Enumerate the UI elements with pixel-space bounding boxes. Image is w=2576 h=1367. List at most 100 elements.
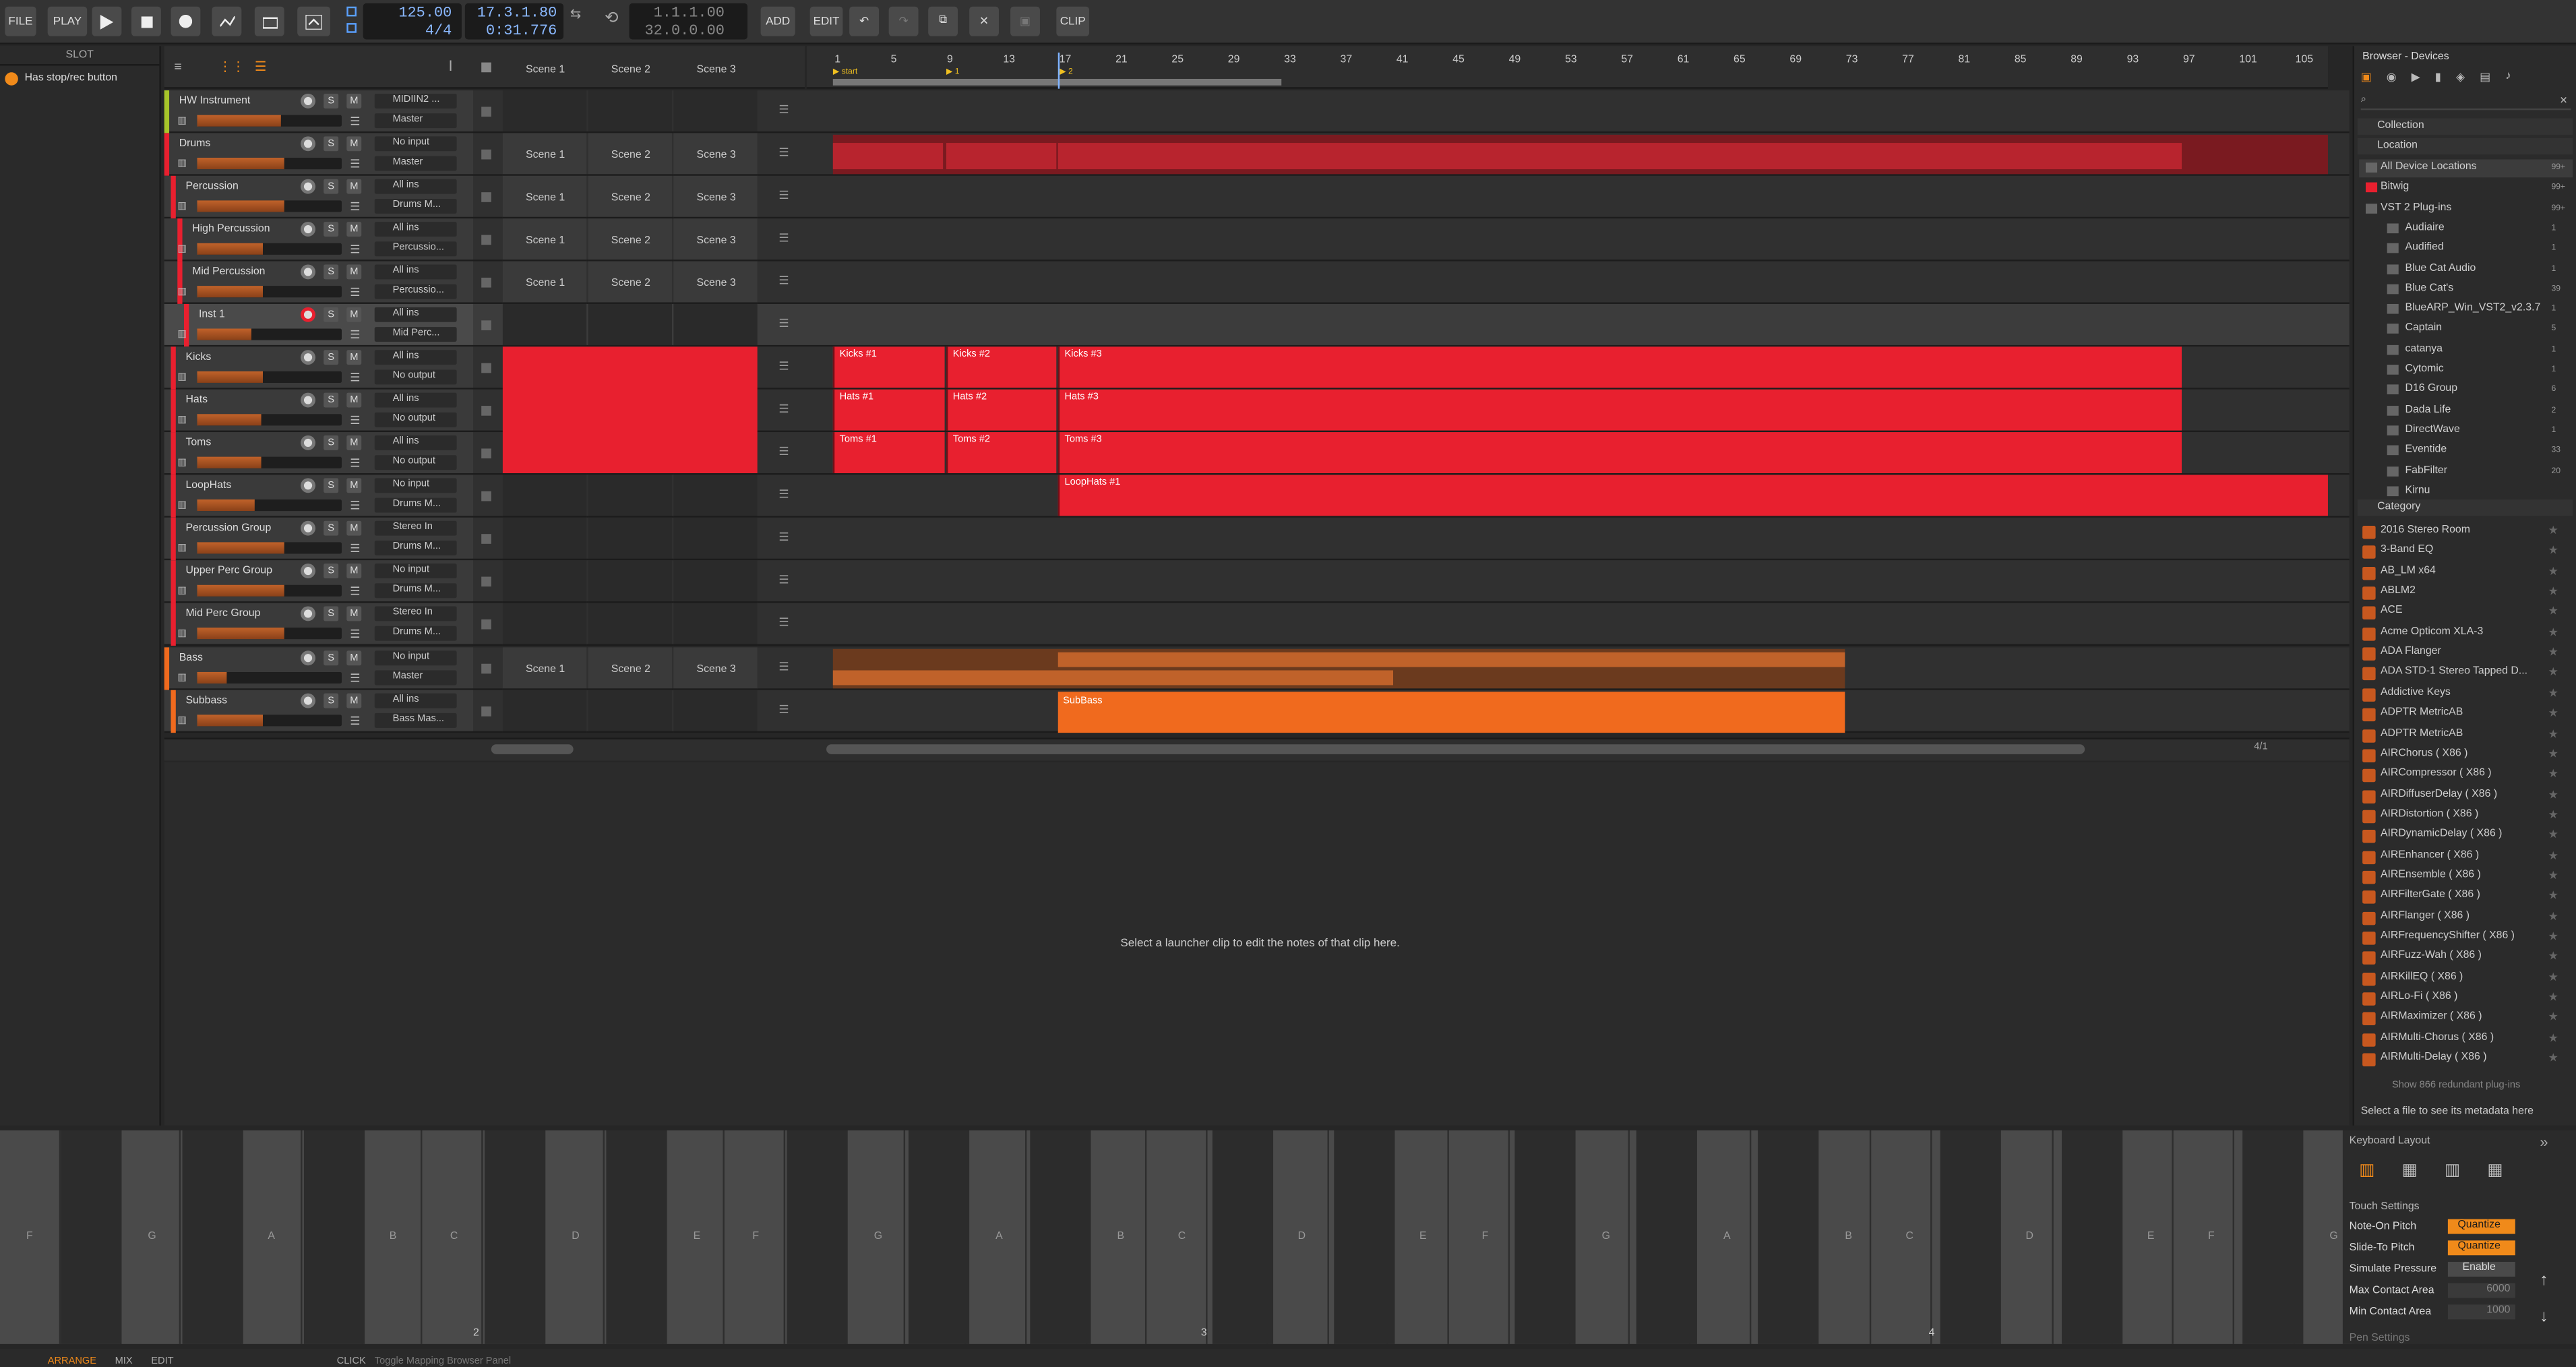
toms-clip-1[interactable]: Toms #1 bbox=[832, 432, 945, 473]
favorite-star-icon[interactable]: ★ bbox=[2548, 727, 2558, 740]
track-menu-icon[interactable]: ☰ bbox=[350, 672, 360, 685]
clip-slot[interactable] bbox=[502, 90, 587, 133]
slot-stop-icon[interactable] bbox=[481, 277, 491, 288]
track-menu-icon[interactable]: ☰ bbox=[350, 414, 360, 427]
loop-range-bar[interactable] bbox=[832, 79, 1282, 86]
collapse-icon[interactable]: » bbox=[2540, 1134, 2548, 1150]
slot-stop-icon[interactable] bbox=[481, 534, 491, 544]
slot-stop-icon[interactable] bbox=[481, 107, 491, 117]
pads-layout-icon[interactable]: ▦ bbox=[2487, 1161, 2503, 1180]
track-header[interactable]: Bass S M ▥ ☰ No input Master bbox=[164, 647, 473, 690]
solo-button[interactable]: S bbox=[324, 136, 339, 152]
mute-button[interactable]: M bbox=[346, 350, 362, 365]
device-item[interactable]: AIRFuzz-Wah ( X86 ) bbox=[2381, 950, 2482, 962]
mute-button[interactable]: M bbox=[346, 264, 362, 280]
device-item[interactable]: AIRMulti-Delay ( X86 ) bbox=[2381, 1052, 2487, 1063]
undo-icon[interactable]: ↶ bbox=[849, 6, 880, 36]
stop-icon[interactable] bbox=[131, 6, 161, 36]
clip-slot[interactable]: Scene 3 bbox=[673, 218, 758, 262]
record-arm-icon[interactable] bbox=[301, 136, 315, 152]
music-tab-icon[interactable]: ♪ bbox=[2505, 71, 2511, 87]
scene-menu-icon[interactable]: ☰ bbox=[778, 146, 789, 159]
scene-menu-icon[interactable]: ☰ bbox=[778, 446, 789, 458]
solo-button[interactable]: S bbox=[324, 606, 339, 621]
track-name[interactable]: LoopHats bbox=[185, 480, 231, 491]
record-arm-icon[interactable] bbox=[301, 307, 315, 322]
device-item[interactable]: AIRMaximizer ( X86 ) bbox=[2381, 1011, 2482, 1023]
start-marker[interactable]: ▶ start bbox=[833, 67, 857, 78]
location-item[interactable]: All Device Locations bbox=[2381, 161, 2477, 173]
record-arm-icon[interactable] bbox=[301, 478, 315, 493]
slot-stop-icon[interactable] bbox=[481, 406, 491, 416]
scene-menu-icon[interactable]: ☰ bbox=[778, 274, 789, 288]
piano-white-key[interactable] bbox=[1570, 1130, 1630, 1344]
volume-slider[interactable] bbox=[197, 671, 342, 684]
loophats-clip[interactable]: LoopHats #1 bbox=[1057, 475, 2328, 516]
solo-button[interactable]: S bbox=[324, 650, 339, 666]
favorite-star-icon[interactable]: ★ bbox=[2548, 545, 2558, 557]
clip-slot[interactable] bbox=[502, 517, 587, 561]
track-menu-icon[interactable]: ☰ bbox=[350, 457, 360, 470]
volume-slider[interactable] bbox=[197, 371, 342, 383]
favorite-star-icon[interactable]: ★ bbox=[2548, 565, 2558, 578]
piano-white-key[interactable] bbox=[1448, 1130, 1510, 1344]
favorite-star-icon[interactable]: ★ bbox=[2548, 706, 2558, 720]
scene-menu-icon[interactable]: ☰ bbox=[778, 616, 789, 630]
device-item[interactable]: AIRFrequencyShifter ( X86 ) bbox=[2381, 930, 2515, 942]
input-select[interactable]: Stereo In bbox=[374, 520, 457, 536]
kicks-clip-1[interactable]: Kicks #1 bbox=[832, 346, 945, 388]
piano-layout-icon[interactable]: ▥ bbox=[2359, 1161, 2374, 1180]
text-cursor-icon[interactable]: I bbox=[448, 57, 452, 73]
time-signature[interactable]: 4/4 bbox=[425, 23, 452, 39]
output-select[interactable]: Master bbox=[374, 113, 457, 129]
location-item[interactable]: Blue Cat's bbox=[2405, 282, 2454, 294]
favorite-star-icon[interactable]: ★ bbox=[2548, 991, 2558, 1004]
track-name[interactable]: Mid Percussion bbox=[192, 266, 265, 278]
piano-white-key[interactable] bbox=[1811, 1130, 1872, 1344]
octave-down-icon[interactable]: ↓ bbox=[2540, 1308, 2548, 1326]
output-select[interactable]: Master bbox=[374, 156, 457, 171]
volume-slider[interactable] bbox=[197, 158, 342, 170]
mute-button[interactable]: M bbox=[346, 478, 362, 493]
clip-slot[interactable]: Scene 1 bbox=[502, 175, 587, 219]
favorite-star-icon[interactable]: ★ bbox=[2548, 1031, 2558, 1045]
clear-search-icon[interactable]: ✕ bbox=[2560, 95, 2568, 107]
track-name[interactable]: High Percussion bbox=[192, 224, 270, 235]
loop-icon[interactable]: ⟲ bbox=[605, 10, 618, 28]
favorite-star-icon[interactable]: ★ bbox=[2548, 971, 2558, 983]
device-item[interactable]: AIREnhancer ( X86 ) bbox=[2381, 849, 2479, 860]
record-arm-icon[interactable] bbox=[301, 392, 315, 408]
output-select[interactable]: No output bbox=[374, 369, 457, 385]
solo-button[interactable]: S bbox=[324, 350, 339, 365]
clip-slot[interactable] bbox=[588, 603, 672, 646]
grid-layout-icon[interactable]: ▦ bbox=[2402, 1161, 2418, 1180]
piano-white-key[interactable] bbox=[1872, 1130, 1932, 1344]
edit-view-button[interactable]: EDIT bbox=[151, 1357, 173, 1367]
track-header[interactable]: HW Instrument S M ▥ ☰ MIDIIN2 ... Master bbox=[164, 90, 473, 133]
input-select[interactable]: No input bbox=[374, 478, 457, 493]
track-header[interactable]: Kicks S M ▥ ☰ All ins No output bbox=[164, 346, 473, 390]
track-menu-icon[interactable]: ☰ bbox=[350, 115, 360, 128]
track-menu-icon[interactable]: ☰ bbox=[350, 243, 360, 256]
location-item[interactable]: BlueARP_Win_VST2_v2.3.7 bbox=[2405, 303, 2541, 314]
volume-slider[interactable] bbox=[197, 542, 342, 554]
samples-tab-icon[interactable]: ▮ bbox=[2435, 71, 2441, 87]
piano-black-key[interactable] bbox=[606, 1130, 667, 1344]
favorite-star-icon[interactable]: ★ bbox=[2548, 849, 2558, 862]
clip-slot[interactable] bbox=[588, 475, 672, 518]
clip-slot[interactable]: Scene 3 bbox=[673, 261, 758, 304]
zoom-display[interactable]: 4/1 bbox=[2254, 743, 2267, 753]
volume-slider[interactable] bbox=[197, 628, 342, 640]
slot-stop-icon[interactable] bbox=[481, 320, 491, 330]
favorite-star-icon[interactable]: ★ bbox=[2548, 524, 2558, 537]
volume-slider[interactable] bbox=[197, 200, 342, 212]
device-item[interactable]: ABLM2 bbox=[2381, 585, 2416, 597]
clip-slot[interactable] bbox=[673, 560, 758, 603]
launcher-drum-clips[interactable] bbox=[502, 346, 758, 473]
location-header[interactable]: Location bbox=[2357, 138, 2573, 155]
location-item[interactable]: catanya bbox=[2405, 343, 2443, 355]
setting-value[interactable]: Quantize bbox=[2447, 1240, 2515, 1256]
duplicate-icon[interactable]: ▣ bbox=[1010, 6, 1040, 36]
clip-slot[interactable]: Scene 2 bbox=[588, 261, 672, 304]
track-header[interactable]: Inst 1 S M ▥ ☰ All ins Mid Perc... bbox=[164, 303, 473, 347]
